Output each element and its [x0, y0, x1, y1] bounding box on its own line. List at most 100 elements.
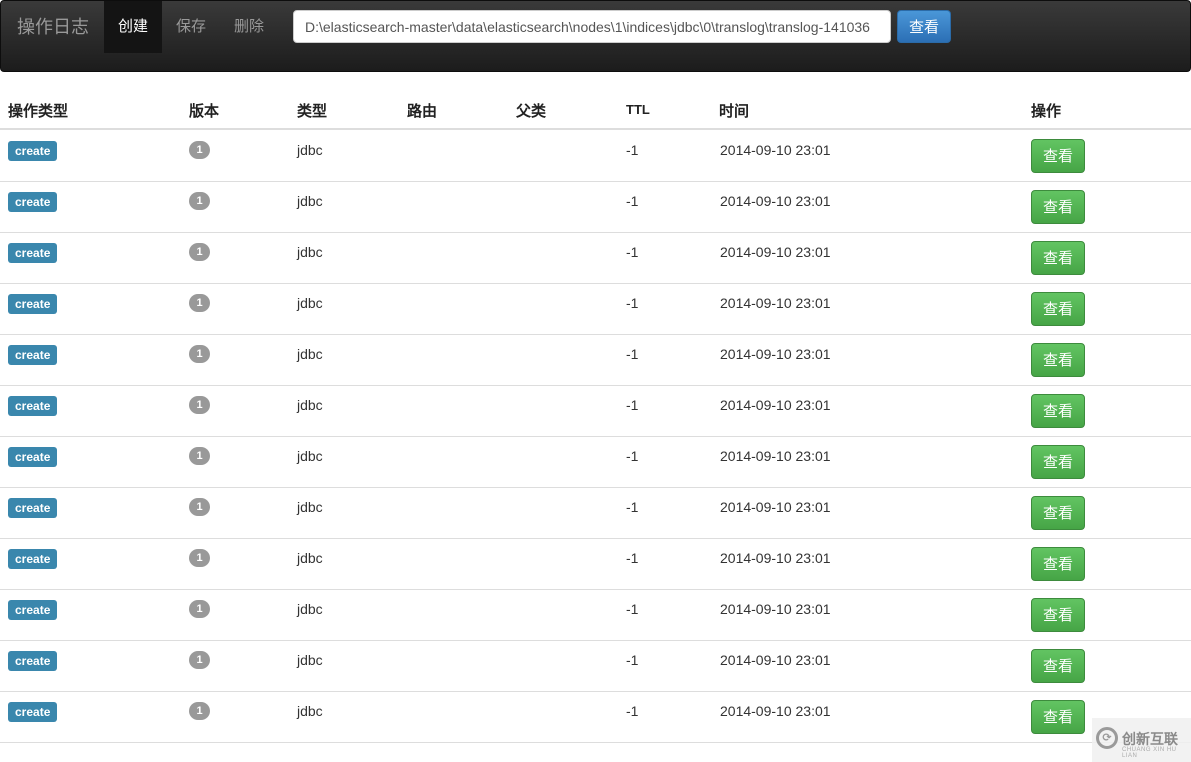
view-row-button[interactable]: 查看 [1031, 241, 1085, 275]
cell-type: jdbc [297, 601, 323, 617]
view-path-button[interactable]: 查看 [897, 10, 951, 43]
navbar-brand[interactable]: 操作日志 [17, 15, 89, 39]
cell-ttl: -1 [626, 193, 639, 209]
table-row: create 1 jdbc -1 2014-09-10 23:01 查看 [0, 691, 1191, 743]
view-row-button[interactable]: 查看 [1031, 598, 1085, 632]
cell-type: jdbc [297, 448, 323, 464]
table-row: create 1 jdbc -1 2014-09-10 23:01 查看 [0, 334, 1191, 386]
cell-ttl: -1 [626, 142, 639, 158]
view-row-button[interactable]: 查看 [1031, 649, 1085, 683]
version-badge: 1 [189, 651, 210, 669]
version-badge: 1 [189, 600, 210, 618]
cell-time: 2014-09-10 23:01 [720, 550, 831, 566]
cell-ttl: -1 [626, 295, 639, 311]
table-row: create 1 jdbc -1 2014-09-10 23:01 查看 [0, 385, 1191, 437]
header-routing: 路由 [407, 103, 438, 120]
op-type-label: create [8, 447, 58, 467]
header-action: 操作 [1031, 103, 1062, 120]
cell-time: 2014-09-10 23:01 [720, 295, 831, 311]
version-badge: 1 [189, 396, 210, 414]
nav-item-delete[interactable]: 删除 [220, 1, 278, 53]
op-type-label: create [8, 294, 58, 314]
cell-ttl: -1 [626, 244, 639, 260]
cell-time: 2014-09-10 23:01 [720, 652, 831, 668]
cell-time: 2014-09-10 23:01 [720, 397, 831, 413]
translog-path-input[interactable] [293, 10, 891, 43]
version-badge: 1 [189, 345, 210, 363]
view-row-button[interactable]: 查看 [1031, 190, 1085, 224]
watermark-subtext: CHUANG XIN HU LIAN [1122, 747, 1177, 759]
op-type-label: create [8, 396, 58, 416]
op-type-label: create [8, 243, 58, 263]
table-header: 操作类型 版本 类型 路由 父类 TTL 时间 操作 [0, 88, 1191, 130]
view-row-button[interactable]: 查看 [1031, 547, 1085, 581]
table-row: create 1 jdbc -1 2014-09-10 23:01 查看 [0, 640, 1191, 692]
cell-type: jdbc [297, 703, 323, 719]
cell-time: 2014-09-10 23:01 [720, 703, 831, 719]
cell-type: jdbc [297, 193, 323, 209]
view-row-button[interactable]: 查看 [1031, 445, 1085, 479]
watermark: ⟳ 创新互联 CHUANG XIN HU LIAN [1092, 718, 1191, 762]
view-row-button[interactable]: 查看 [1031, 292, 1085, 326]
chuangxin-logo-icon: ⟳ [1096, 727, 1118, 749]
header-version: 版本 [189, 103, 220, 120]
cell-type: jdbc [297, 142, 323, 158]
cell-type: jdbc [297, 652, 323, 668]
navbar: 操作日志 创建 保存 删除 查看 [0, 0, 1191, 72]
version-badge: 1 [189, 141, 210, 159]
version-badge: 1 [189, 498, 210, 516]
cell-type: jdbc [297, 550, 323, 566]
table-row: create 1 jdbc -1 2014-09-10 23:01 查看 [0, 436, 1191, 488]
cell-time: 2014-09-10 23:01 [720, 244, 831, 260]
version-badge: 1 [189, 549, 210, 567]
view-row-button[interactable]: 查看 [1031, 343, 1085, 377]
cell-type: jdbc [297, 244, 323, 260]
cell-type: jdbc [297, 295, 323, 311]
header-ttl: TTL [626, 102, 650, 117]
cell-ttl: -1 [626, 550, 639, 566]
table-row: create 1 jdbc -1 2014-09-10 23:01 查看 [0, 538, 1191, 590]
cell-time: 2014-09-10 23:01 [720, 448, 831, 464]
header-time: 时间 [719, 103, 750, 120]
view-row-button[interactable]: 查看 [1031, 496, 1085, 530]
version-badge: 1 [189, 294, 210, 312]
nav-item-create[interactable]: 创建 [104, 1, 162, 53]
cell-type: jdbc [297, 499, 323, 515]
table-row: create 1 jdbc -1 2014-09-10 23:01 查看 [0, 283, 1191, 335]
op-type-label: create [8, 600, 58, 620]
table-row: create 1 jdbc -1 2014-09-10 23:01 查看 [0, 232, 1191, 284]
version-badge: 1 [189, 702, 210, 720]
cell-time: 2014-09-10 23:01 [720, 499, 831, 515]
view-row-button[interactable]: 查看 [1031, 700, 1085, 734]
view-row-button[interactable]: 查看 [1031, 394, 1085, 428]
header-parent: 父类 [516, 103, 547, 120]
cell-ttl: -1 [626, 703, 639, 719]
op-type-label: create [8, 549, 58, 569]
op-type-label: create [8, 192, 58, 212]
cell-ttl: -1 [626, 601, 639, 617]
op-type-label: create [8, 345, 58, 365]
cell-time: 2014-09-10 23:01 [720, 601, 831, 617]
cell-time: 2014-09-10 23:01 [720, 142, 831, 158]
watermark-text: 创新互联 [1122, 731, 1178, 747]
cell-ttl: -1 [626, 346, 639, 362]
table-row: create 1 jdbc -1 2014-09-10 23:01 查看 [0, 181, 1191, 233]
cell-time: 2014-09-10 23:01 [720, 193, 831, 209]
version-badge: 1 [189, 243, 210, 261]
table-row: create 1 jdbc -1 2014-09-10 23:01 查看 [0, 487, 1191, 539]
op-type-label: create [8, 141, 58, 161]
op-type-label: create [8, 498, 58, 518]
table-row: create 1 jdbc -1 2014-09-10 23:01 查看 [0, 589, 1191, 641]
version-badge: 1 [189, 192, 210, 210]
cell-ttl: -1 [626, 652, 639, 668]
op-type-label: create [8, 651, 58, 671]
cell-type: jdbc [297, 346, 323, 362]
op-type-label: create [8, 702, 58, 722]
cell-type: jdbc [297, 397, 323, 413]
table-row: create 1 jdbc -1 2014-09-10 23:01 查看 [0, 130, 1191, 182]
cell-time: 2014-09-10 23:01 [720, 346, 831, 362]
version-badge: 1 [189, 447, 210, 465]
cell-ttl: -1 [626, 448, 639, 464]
view-row-button[interactable]: 查看 [1031, 139, 1085, 173]
nav-item-save[interactable]: 保存 [162, 1, 220, 53]
